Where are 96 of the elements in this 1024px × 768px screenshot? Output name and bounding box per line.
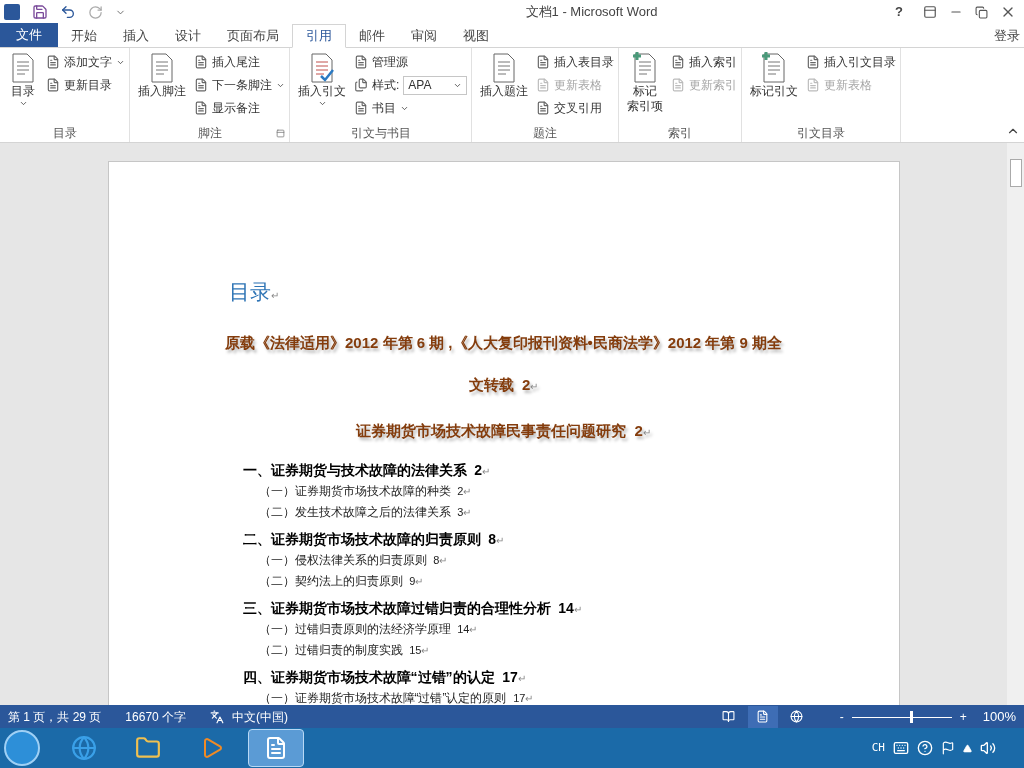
show-hidden-icons-icon[interactable] xyxy=(963,743,972,753)
taskbar-app[interactable] xyxy=(248,729,304,767)
toc-entry[interactable]: （一）证券期货市场技术故障的种类 2↵ xyxy=(228,480,779,502)
dialog-launcher-icon[interactable] xyxy=(276,128,285,138)
document-icon xyxy=(536,78,551,92)
group-label: 题注 xyxy=(533,125,558,142)
ribbon-tab[interactable]: 视图 xyxy=(450,24,502,48)
zoom-level[interactable]: 100% xyxy=(982,706,1016,727)
ribbon-button[interactable]: 插入尾注 xyxy=(194,52,285,72)
keyboard-icon[interactable] xyxy=(893,740,909,756)
undo-icon[interactable] xyxy=(60,4,76,20)
ribbon-tab[interactable]: 邮件 xyxy=(346,24,398,48)
ribbon-button[interactable]: 插入表目录 xyxy=(536,52,615,72)
word-count[interactable]: 16670 个字 xyxy=(125,707,187,726)
zoom-slider-thumb[interactable] xyxy=(909,710,913,723)
style-icon xyxy=(354,78,368,92)
group-label: 索引 xyxy=(668,125,693,142)
zoom-out-button[interactable]: - xyxy=(835,707,848,726)
document-icon xyxy=(354,101,368,115)
document-icon xyxy=(194,78,208,92)
document-icon xyxy=(671,78,686,92)
flag-icon[interactable] xyxy=(941,741,955,755)
volume-icon[interactable] xyxy=(980,740,996,756)
group-label: 引文目录 xyxy=(797,125,846,142)
read-mode-icon xyxy=(722,710,736,723)
view-button[interactable] xyxy=(747,705,778,728)
zoom-slider[interactable] xyxy=(851,710,952,723)
group-label: 脚注 xyxy=(197,125,222,142)
ribbon-button[interactable]: 交叉引用 xyxy=(536,98,615,118)
toc-entry[interactable]: 原载《法律适用》2012 年第 6 期 ,《人大复印报刊资料•民商法学》2012 年第 9 期全文转载 2↵ xyxy=(220,321,787,408)
document-icon xyxy=(194,101,208,115)
browser-icon xyxy=(71,735,97,761)
ribbon-tab[interactable]: 开始 xyxy=(58,24,110,48)
ribbon-button[interactable]: 下一条脚注 xyxy=(194,75,285,95)
word-document-icon xyxy=(264,736,288,760)
toc-entry[interactable]: （一）过错归责原则的法经济学原理 14↵ xyxy=(228,618,779,640)
toc-entry[interactable]: 证券期货市场技术故障民事责任问题研究 2↵ xyxy=(220,409,787,454)
start-button[interactable] xyxy=(4,730,40,766)
web-layout-icon xyxy=(790,710,804,723)
ribbon-button[interactable]: 插入题注 xyxy=(476,52,533,124)
ribbon-button[interactable]: 目录 xyxy=(4,52,42,124)
ribbon-button[interactable]: 更新目录 xyxy=(46,75,125,95)
ribbon-tab[interactable]: 插入 xyxy=(110,24,162,48)
language-indicator[interactable]: 中文(中国) xyxy=(232,707,289,726)
toc-entry[interactable]: 四、证券期货市场技术故障“过错”的认定 17↵ xyxy=(228,666,779,688)
file-tab[interactable]: 文件 xyxy=(0,23,58,47)
toc-entry[interactable]: （一）证券期货市场技术故障“过错”认定的原则 17↵ xyxy=(228,687,779,705)
ribbon-button[interactable]: 显示备注 xyxy=(194,98,285,118)
help-button[interactable]: ? xyxy=(887,2,911,22)
print-layout-icon xyxy=(756,710,770,723)
folder-icon xyxy=(135,735,161,761)
document-icon xyxy=(806,78,821,92)
ribbon-button[interactable]: 插入引文目录 xyxy=(806,52,897,72)
ribbon-tab[interactable]: 审阅 xyxy=(398,24,450,48)
document-icon xyxy=(46,78,60,92)
group-label: 引文与书目 xyxy=(350,125,411,142)
toc-entry[interactable]: （二）契约法上的归责原则 9↵ xyxy=(228,570,779,592)
document-icon xyxy=(671,55,686,69)
vertical-scrollbar[interactable] xyxy=(1007,143,1024,705)
document-icon xyxy=(536,55,551,69)
ribbon-tab[interactable]: 页面布局 xyxy=(214,24,292,48)
toc-entry[interactable]: （一）侵权法律关系的归责原则 8↵ xyxy=(228,549,779,571)
document-icon xyxy=(806,55,821,69)
ribbon-button[interactable]: 标记 索引项 xyxy=(623,52,668,124)
ribbon-button[interactable]: 管理源 xyxy=(354,52,468,72)
ribbon-tab[interactable]: 引用 xyxy=(292,24,346,48)
ribbon-button[interactable]: 插入脚注 xyxy=(134,52,190,124)
sign-in-link[interactable]: 登录 xyxy=(994,25,1024,46)
toc-entry[interactable]: 三、证券期货市场技术故障过错归责的合理性分析 14↵ xyxy=(228,597,779,619)
save-icon[interactable] xyxy=(32,4,48,20)
document-icon xyxy=(354,55,368,69)
ribbon-tab[interactable]: 设计 xyxy=(162,24,214,48)
style-label: 样式: xyxy=(372,77,400,94)
help-icon[interactable] xyxy=(917,740,933,756)
toc-entry[interactable]: （二）发生技术故障之后的法律关系 3↵ xyxy=(228,501,779,523)
toc-entry[interactable]: 一、证券期货与技术故障的法律关系 2↵ xyxy=(228,459,779,481)
page-count[interactable]: 第 1 页，共 29 页 xyxy=(8,707,102,726)
style-select[interactable]: APA xyxy=(403,75,468,95)
ribbon-display-icon[interactable] xyxy=(923,5,937,19)
ribbon-button[interactable]: 标记引文 xyxy=(746,52,803,124)
toc-heading: 目录↵ xyxy=(228,279,280,305)
toc-entry[interactable]: （二）过错归责的制度实践 15↵ xyxy=(228,639,779,661)
ribbon-button[interactable]: 插入引文 xyxy=(294,52,350,124)
restore-icon[interactable] xyxy=(975,5,988,19)
document-icon xyxy=(536,101,551,115)
ribbon-button[interactable]: 插入索引 xyxy=(671,52,738,72)
toc-entry[interactable]: 二、证券期货市场技术故障的归责原则 8↵ xyxy=(228,528,779,550)
proofing-icon[interactable] xyxy=(210,709,225,724)
ribbon-button[interactable]: 书目 xyxy=(354,98,468,118)
window-title: 文档1 - Microsoft Word xyxy=(524,3,659,22)
document-icon xyxy=(46,55,60,69)
group-label: 目录 xyxy=(52,125,77,142)
document-icon xyxy=(194,55,208,69)
ribbon-button[interactable]: 添加文字 xyxy=(46,52,125,72)
input-language[interactable]: CH xyxy=(871,739,885,757)
zoom-in-button[interactable]: + xyxy=(955,707,971,726)
